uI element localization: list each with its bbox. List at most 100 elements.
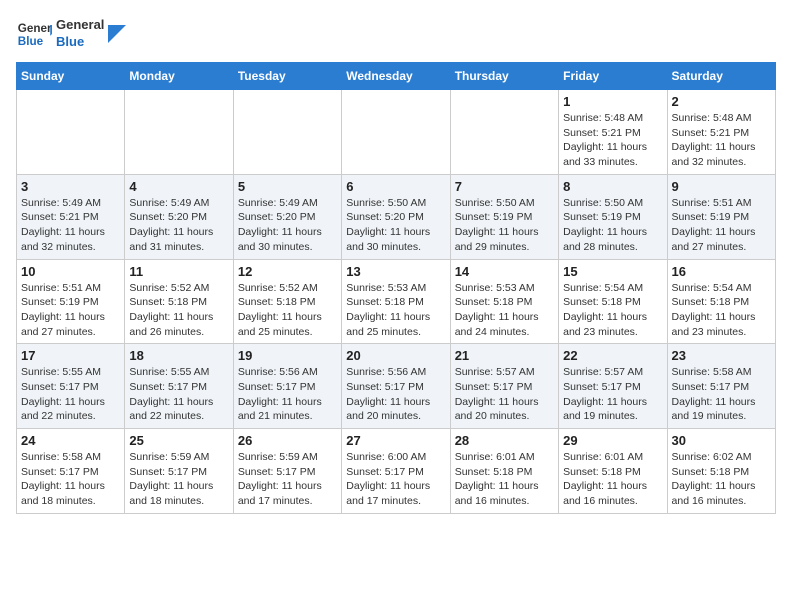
day-number: 5 [238, 179, 337, 194]
calendar-cell: 20 Sunrise: 5:56 AM Sunset: 5:17 PM Dayli… [342, 344, 450, 429]
svg-text:Blue: Blue [18, 35, 44, 48]
calendar-cell: 19Sunrise: 5:56 AM Sunset: 5:17 PM Dayli… [233, 344, 341, 429]
calendar-cell: 11 Sunrise: 5:52 AM Sunset: 5:18 PM Dayli… [125, 259, 233, 344]
calendar-cell: 30Sunrise: 6:02 AM Sunset: 5:18 PM Dayli… [667, 429, 775, 514]
day-number: 22 [563, 348, 662, 363]
calendar-cell [450, 90, 558, 175]
day-number: 13 [346, 264, 445, 279]
day-number: 9 [672, 179, 771, 194]
day-number: 30 [672, 433, 771, 448]
day-info: Sunrise: 5:52 AM Sunset: 5:18 PM Dayligh… [129, 281, 228, 340]
calendar-cell: 3 Sunrise: 5:49 AM Sunset: 5:21 PM Daylig… [17, 174, 125, 259]
calendar-header-row: SundayMondayTuesdayWednesdayThursdayFrid… [17, 63, 776, 90]
calendar-cell: 8 Sunrise: 5:50 AM Sunset: 5:19 PM Daylig… [559, 174, 667, 259]
day-number: 14 [455, 264, 554, 279]
calendar-cell: 26 Sunrise: 5:59 AM Sunset: 5:17 PM Dayli… [233, 429, 341, 514]
logo-icon: General Blue [16, 16, 52, 52]
calendar-cell: 10Sunrise: 5:51 AM Sunset: 5:19 PM Dayli… [17, 259, 125, 344]
calendar-cell: 14 Sunrise: 5:53 AM Sunset: 5:18 PM Dayli… [450, 259, 558, 344]
day-number: 27 [346, 433, 445, 448]
calendar-cell: 24 Sunrise: 5:58 AM Sunset: 5:17 PM Dayli… [17, 429, 125, 514]
svg-text:General: General [18, 22, 52, 35]
day-number: 7 [455, 179, 554, 194]
day-info: Sunrise: 5:48 AM Sunset: 5:21 PM Dayligh… [672, 111, 771, 170]
day-number: 28 [455, 433, 554, 448]
day-number: 26 [238, 433, 337, 448]
day-info: Sunrise: 5:52 AM Sunset: 5:18 PM Dayligh… [238, 281, 337, 340]
day-info: Sunrise: 5:49 AM Sunset: 5:21 PM Dayligh… [21, 196, 120, 255]
logo: General Blue General Blue [16, 16, 126, 52]
day-info: Sunrise: 5:53 AM Sunset: 5:18 PM Dayligh… [346, 281, 445, 340]
calendar-cell: 22 Sunrise: 5:57 AM Sunset: 5:17 PM Dayli… [559, 344, 667, 429]
calendar-cell: 15 Sunrise: 5:54 AM Sunset: 5:18 PM Dayli… [559, 259, 667, 344]
day-info: Sunrise: 5:56 AM Sunset: 5:17 PM Dayligh… [346, 365, 445, 424]
day-number: 20 [346, 348, 445, 363]
weekday-header: Thursday [450, 63, 558, 90]
day-number: 21 [455, 348, 554, 363]
page-header: General Blue General Blue [16, 16, 776, 52]
calendar-cell: 5 Sunrise: 5:49 AM Sunset: 5:20 PM Daylig… [233, 174, 341, 259]
day-info: Sunrise: 5:55 AM Sunset: 5:17 PM Dayligh… [21, 365, 120, 424]
calendar-cell: 9 Sunrise: 5:51 AM Sunset: 5:19 PM Daylig… [667, 174, 775, 259]
calendar-cell: 18 Sunrise: 5:55 AM Sunset: 5:17 PM Dayli… [125, 344, 233, 429]
calendar-cell: 12Sunrise: 5:52 AM Sunset: 5:18 PM Dayli… [233, 259, 341, 344]
calendar-cell: 7 Sunrise: 5:50 AM Sunset: 5:19 PM Daylig… [450, 174, 558, 259]
calendar-cell: 1 Sunrise: 5:48 AM Sunset: 5:21 PM Daylig… [559, 90, 667, 175]
day-number: 17 [21, 348, 120, 363]
day-number: 1 [563, 94, 662, 109]
logo-triangle-icon [108, 25, 126, 43]
calendar-cell: 28 Sunrise: 6:01 AM Sunset: 5:18 PM Dayli… [450, 429, 558, 514]
calendar-week-row: 24 Sunrise: 5:58 AM Sunset: 5:17 PM Dayli… [17, 429, 776, 514]
calendar-week-row: 10Sunrise: 5:51 AM Sunset: 5:19 PM Dayli… [17, 259, 776, 344]
day-info: Sunrise: 5:59 AM Sunset: 5:17 PM Dayligh… [129, 450, 228, 509]
day-number: 18 [129, 348, 228, 363]
day-info: Sunrise: 5:50 AM Sunset: 5:19 PM Dayligh… [455, 196, 554, 255]
calendar-cell: 2Sunrise: 5:48 AM Sunset: 5:21 PM Daylig… [667, 90, 775, 175]
calendar-cell: 29Sunrise: 6:01 AM Sunset: 5:18 PM Dayli… [559, 429, 667, 514]
calendar-cell: 6Sunrise: 5:50 AM Sunset: 5:20 PM Daylig… [342, 174, 450, 259]
day-info: Sunrise: 5:57 AM Sunset: 5:17 PM Dayligh… [455, 365, 554, 424]
day-number: 25 [129, 433, 228, 448]
day-info: Sunrise: 5:54 AM Sunset: 5:18 PM Dayligh… [563, 281, 662, 340]
day-info: Sunrise: 5:53 AM Sunset: 5:18 PM Dayligh… [455, 281, 554, 340]
day-info: Sunrise: 5:51 AM Sunset: 5:19 PM Dayligh… [21, 281, 120, 340]
day-number: 3 [21, 179, 120, 194]
calendar-cell: 27 Sunrise: 6:00 AM Sunset: 5:17 PM Dayli… [342, 429, 450, 514]
day-info: Sunrise: 6:01 AM Sunset: 5:18 PM Dayligh… [455, 450, 554, 509]
day-number: 15 [563, 264, 662, 279]
day-info: Sunrise: 5:59 AM Sunset: 5:17 PM Dayligh… [238, 450, 337, 509]
day-info: Sunrise: 6:00 AM Sunset: 5:17 PM Dayligh… [346, 450, 445, 509]
day-number: 29 [563, 433, 662, 448]
day-number: 4 [129, 179, 228, 194]
day-info: Sunrise: 5:57 AM Sunset: 5:17 PM Dayligh… [563, 365, 662, 424]
day-info: Sunrise: 5:49 AM Sunset: 5:20 PM Dayligh… [238, 196, 337, 255]
day-info: Sunrise: 5:48 AM Sunset: 5:21 PM Dayligh… [563, 111, 662, 170]
calendar-cell: 4Sunrise: 5:49 AM Sunset: 5:20 PM Daylig… [125, 174, 233, 259]
calendar-week-row: 1 Sunrise: 5:48 AM Sunset: 5:21 PM Daylig… [17, 90, 776, 175]
weekday-header: Tuesday [233, 63, 341, 90]
calendar-table: SundayMondayTuesdayWednesdayThursdayFrid… [16, 62, 776, 514]
calendar-cell: 25 Sunrise: 5:59 AM Sunset: 5:17 PM Dayli… [125, 429, 233, 514]
day-info: Sunrise: 5:58 AM Sunset: 5:17 PM Dayligh… [672, 365, 771, 424]
calendar-cell: 21 Sunrise: 5:57 AM Sunset: 5:17 PM Dayli… [450, 344, 558, 429]
logo-blue: Blue [56, 34, 104, 51]
calendar-cell [342, 90, 450, 175]
calendar-week-row: 3 Sunrise: 5:49 AM Sunset: 5:21 PM Daylig… [17, 174, 776, 259]
calendar-cell [233, 90, 341, 175]
day-number: 16 [672, 264, 771, 279]
day-number: 11 [129, 264, 228, 279]
day-info: Sunrise: 5:55 AM Sunset: 5:17 PM Dayligh… [129, 365, 228, 424]
calendar-cell: 13 Sunrise: 5:53 AM Sunset: 5:18 PM Dayli… [342, 259, 450, 344]
weekday-header: Saturday [667, 63, 775, 90]
day-info: Sunrise: 5:51 AM Sunset: 5:19 PM Dayligh… [672, 196, 771, 255]
calendar-cell [17, 90, 125, 175]
day-info: Sunrise: 5:54 AM Sunset: 5:18 PM Dayligh… [672, 281, 771, 340]
day-number: 24 [21, 433, 120, 448]
calendar-cell: 23Sunrise: 5:58 AM Sunset: 5:17 PM Dayli… [667, 344, 775, 429]
calendar-week-row: 17 Sunrise: 5:55 AM Sunset: 5:17 PM Dayli… [17, 344, 776, 429]
calendar-cell [125, 90, 233, 175]
day-number: 8 [563, 179, 662, 194]
day-info: Sunrise: 5:50 AM Sunset: 5:19 PM Dayligh… [563, 196, 662, 255]
day-info: Sunrise: 5:58 AM Sunset: 5:17 PM Dayligh… [21, 450, 120, 509]
weekday-header: Wednesday [342, 63, 450, 90]
